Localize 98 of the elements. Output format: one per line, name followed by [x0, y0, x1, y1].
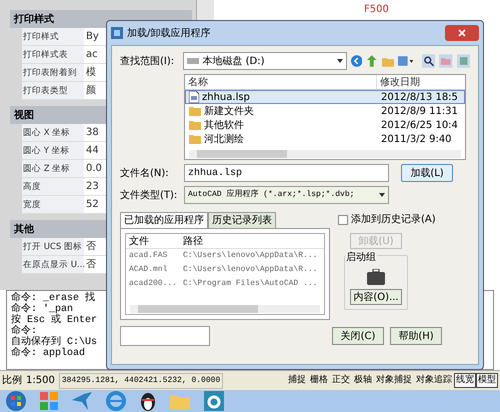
briefcase-icon [367, 269, 385, 285]
back-icon[interactable] [350, 55, 362, 67]
property-label: 高度 [22, 178, 84, 195]
drive-icon [187, 58, 200, 64]
caret-icon [379, 193, 385, 197]
file-name: zhhua.lsp [202, 90, 250, 104]
property-label: 打开 UCS 图标 [22, 238, 84, 255]
up-folder-icon[interactable] [366, 55, 378, 67]
folder-icon [189, 106, 201, 116]
app-path: C:\Users\lenovo\AppData\R... [182, 250, 318, 262]
look-in-value: 本地磁盘 (D:) [202, 54, 265, 68]
property-value: ac [85, 48, 99, 62]
property-label: 打印样式 [22, 28, 84, 45]
command-line: 命令: '_pan [11, 304, 74, 315]
file-row[interactable]: 河北测绘 2011/3/2 9:40 [185, 132, 465, 146]
app-file: acad200... [128, 278, 178, 290]
caret-icon [336, 59, 343, 63]
status-toggle[interactable]: 模型 [476, 372, 498, 388]
property-value: 颜 [85, 84, 97, 98]
file-type-dropdown[interactable]: AutoCAD 应用程序 (*.arx;*.lsp;*.dvb; [184, 186, 389, 204]
close-dialog-button[interactable]: 关闭(C) [332, 327, 384, 345]
app-path: C:\Program Files\AutoCAD ... [182, 278, 318, 290]
property-value: 23 [85, 180, 100, 194]
file-date: 2011/3/2 9:40 [380, 132, 453, 146]
command-line: 命令: appload [11, 348, 86, 359]
status-toggle[interactable]: 线宽 [454, 372, 476, 388]
horizontal-scrollbar[interactable] [130, 305, 320, 313]
command-line: 命令: _erase 找 [11, 293, 96, 304]
property-label: 圆心 Z 坐标 [22, 160, 84, 177]
file-date: 2012/8/9 11:31 [380, 104, 459, 118]
property-value: 否 [85, 240, 97, 254]
file-type-value: AutoCAD 应用程序 (*.arx;*.lsp;*.dvb; [188, 189, 354, 201]
horizontal-scrollbar[interactable] [189, 150, 461, 158]
file-name: 河北测绘 [204, 132, 244, 146]
folder-icon [189, 120, 201, 130]
status-toggle[interactable]: 正交 [330, 372, 352, 388]
browser-icon[interactable] [106, 391, 126, 411]
status-toggle[interactable]: 栅格 [308, 372, 330, 388]
command-line: 自动保存到 C:\Us [11, 337, 98, 348]
file-date: 2012/8/13 18:5 [380, 90, 459, 104]
new-folder-icon[interactable] [382, 56, 394, 66]
command-line: 按 Esc 或 Enter [11, 315, 98, 326]
property-value: By [85, 30, 100, 44]
property-label: 圆心 Y 坐标 [22, 142, 84, 159]
property-value: 44 [85, 144, 100, 158]
drawing-label: F500 [364, 4, 389, 16]
file-name: 其他软件 [204, 118, 244, 132]
column-header[interactable]: 名称 [185, 75, 377, 89]
checkbox-label: 添加到历史记录(A) [351, 212, 436, 227]
load-button[interactable]: 加载(L) [401, 164, 453, 182]
app-icon [111, 27, 123, 39]
scale-value: 1:500 [26, 374, 55, 388]
property-label: 打印表类型 [22, 82, 84, 99]
close-icon [458, 29, 466, 37]
help-button[interactable]: 帮助(H) [390, 327, 442, 345]
file-name: 新建文件夹 [204, 104, 254, 118]
property-value: 38 [85, 126, 100, 140]
penguin-icon[interactable] [140, 391, 156, 411]
status-toggle[interactable]: 捕捉 [286, 372, 308, 388]
property-value: 52 [85, 198, 100, 212]
property-label: 圆心 X 坐标 [22, 124, 84, 141]
scale-label: 比例 [2, 374, 22, 388]
file-icon [189, 91, 199, 103]
start-icon[interactable] [6, 391, 26, 411]
status-toggle[interactable]: 对象捕捉 [374, 372, 414, 388]
look-in-label: 查找范围(I): [120, 54, 176, 68]
file-row[interactable]: zhhua.lsp 2012/8/13 18:5 [185, 90, 465, 104]
tab[interactable]: 历史记录列表 [208, 212, 276, 228]
folder-icon [189, 134, 201, 144]
property-label: 打印表附着到 [22, 64, 84, 81]
app-file: acad.FAS [128, 250, 168, 262]
window-title: 加载/卸载应用程序 [127, 26, 210, 40]
app-path: C:\Users\lenovo\AppData\R... [182, 264, 318, 276]
search-icon[interactable] [422, 54, 436, 68]
bird-icon[interactable] [72, 392, 92, 410]
file-date: 2012/6/25 10:4 [380, 118, 459, 132]
file-name-field[interactable]: zhhua.lsp [184, 164, 389, 182]
property-value: 否 [85, 258, 97, 272]
property-value: 0.0 [85, 162, 103, 176]
column-header[interactable]: 修改日期 [377, 75, 423, 89]
app-icon[interactable] [40, 392, 58, 410]
contents-button[interactable]: 内容(O)... [350, 289, 402, 305]
status-toggle[interactable]: 极轴 [352, 372, 374, 388]
status-toggle[interactable]: 对象追踪 [414, 372, 454, 388]
look-in-dropdown[interactable]: 本地磁盘 (D:) [183, 52, 347, 70]
command-line: 命令: [11, 326, 38, 337]
file-type-label: 文件类型(T): [120, 188, 178, 202]
property-label: 在原点显示 U... [22, 256, 84, 273]
coordinates: 384295.1281, 4402421.5232, 0.0000 [58, 372, 224, 388]
view-menu-icon[interactable] [398, 56, 414, 66]
tab[interactable]: 已加载的应用程序 [120, 212, 208, 228]
app-file: ACAD.mnl [128, 264, 168, 276]
property-value: 模 [85, 66, 97, 80]
file-name-label: 文件名(N): [120, 166, 170, 180]
close-button[interactable] [445, 25, 479, 41]
property-label: 打印样式表 [22, 46, 84, 63]
property-label: 宽度 [22, 196, 84, 213]
checkbox[interactable] [338, 214, 348, 224]
